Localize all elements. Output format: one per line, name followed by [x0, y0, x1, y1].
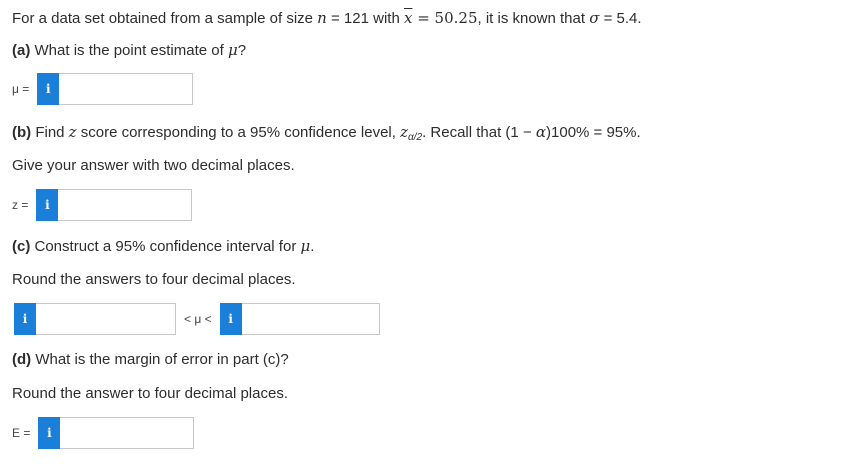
z-field-label: z = — [12, 198, 29, 212]
info-icon[interactable]: i — [38, 417, 61, 449]
part-c-question: (c) Construct a 95% confidence interval … — [12, 237, 315, 255]
info-icon[interactable]: i — [37, 73, 60, 105]
part-c-instruction: Round the answers to four decimal places… — [12, 271, 296, 288]
ci-lower-input[interactable] — [36, 303, 176, 335]
part-a-answer-row: μ = i — [12, 73, 194, 105]
part-d-answer-row: E = i — [12, 417, 195, 449]
part-a-question: (a) What is the point estimate of μ? — [12, 41, 247, 59]
part-b-question: (b) Find z score corresponding to a 95% … — [12, 123, 641, 143]
info-icon[interactable]: i — [14, 303, 36, 335]
margin-of-error-input[interactable] — [60, 417, 195, 449]
mu-between-label: < μ < — [184, 312, 212, 326]
mu-answer-input[interactable] — [59, 73, 194, 105]
sigma-symbol: σ — [589, 9, 600, 27]
info-icon[interactable]: i — [219, 303, 242, 335]
part-b-instruction: Give your answer with two decimal places… — [12, 157, 295, 174]
part-d-question: (d) What is the margin of error in part … — [12, 351, 289, 368]
part-d-instruction: Round the answer to four decimal places. — [12, 385, 288, 402]
part-b-answer-row: z = i — [12, 189, 193, 221]
problem-statement: For a data set obtained from a sample of… — [12, 9, 642, 27]
z-answer-input[interactable] — [58, 189, 193, 221]
mu-field-label: μ = — [12, 82, 30, 96]
e-field-label: E = — [12, 426, 31, 440]
ci-upper-input[interactable] — [241, 303, 380, 335]
part-c-answer-row: i < μ < i — [14, 303, 380, 335]
info-icon[interactable]: i — [36, 189, 59, 221]
